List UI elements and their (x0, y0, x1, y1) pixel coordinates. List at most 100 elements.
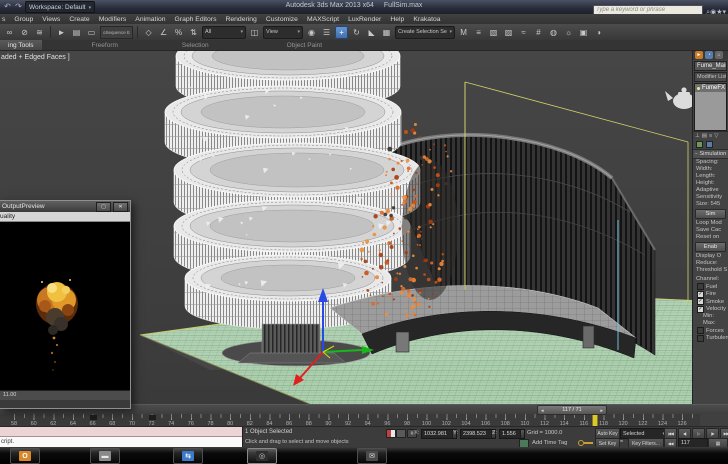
maxscript-mini-listener[interactable]: cript. (0, 427, 243, 448)
sequence-button[interactable]: oSequence E (100, 25, 134, 39)
channel-row-turbulen[interactable]: Turbulen (693, 334, 728, 343)
select-and-rotate-icon[interactable]: ↻ (350, 26, 363, 39)
spinner-snap-icon[interactable]: ⇅ (187, 26, 200, 39)
checkbox-fire[interactable]: ✓ (697, 290, 704, 298)
graphite-ribbon-icon[interactable]: ▨ (502, 26, 515, 39)
remove-modifier-icon[interactable]: ▽ (714, 133, 718, 139)
restore-button[interactable]: ▢ (96, 201, 111, 212)
drive-icon[interactable]: ▬ (90, 448, 120, 464)
menu-item-help[interactable]: Help (390, 16, 404, 23)
preview-title-bar[interactable]: OutputPreview ▢ ✕ (0, 201, 130, 212)
make-unique-icon[interactable] (706, 140, 713, 148)
set-key-icon[interactable] (578, 440, 594, 447)
y-coordinate-field[interactable]: 2398.523 (460, 429, 496, 439)
mirror-icon[interactable]: M (457, 26, 470, 39)
add-time-tag[interactable]: Add Time Tag (532, 440, 567, 446)
menu-item-maxscript[interactable]: MAXScript (307, 16, 339, 23)
menu-item-animation[interactable]: Animation (135, 16, 165, 23)
show-end-result-icon[interactable] (696, 140, 703, 148)
viewport-shading-label[interactable]: aded + Edged Faces ] (1, 54, 70, 61)
menu-item-customize[interactable]: Customize (266, 16, 298, 23)
redo-icon[interactable]: ↷ (14, 2, 23, 12)
selection-set-dropdown[interactable]: Create Selection Se (395, 25, 456, 39)
selection-lock-icon[interactable] (396, 429, 406, 438)
layer-manager-icon[interactable]: ▧ (487, 26, 500, 39)
x-coordinate-field[interactable]: 1032.981 (421, 429, 457, 439)
select-object-icon[interactable]: ► (55, 26, 68, 39)
bind-to-space-warp-icon[interactable]: ≋ (33, 26, 46, 39)
menu-item-views[interactable]: Views (42, 16, 60, 23)
menu-item-krakatoa[interactable]: Krakatoa (413, 16, 440, 23)
checkbox-velocity[interactable]: ✓ (697, 305, 704, 313)
menu-item-rendering[interactable]: Rendering (225, 16, 256, 23)
hierarchy-tab-icon[interactable]: ⌂ (715, 51, 723, 59)
checkbox-fuel[interactable] (697, 283, 704, 291)
select-and-link-icon[interactable]: ∞ (3, 26, 16, 39)
app-3dsmax-icon[interactable]: ◎ (247, 448, 277, 464)
unlink-selection-icon[interactable]: ⊘ (18, 26, 31, 39)
object-name-field[interactable]: Fume_Mainb (694, 61, 727, 71)
macro-recorder-strip[interactable] (0, 427, 242, 437)
isolate-selection-icon[interactable] (386, 429, 396, 438)
select-by-name-icon[interactable]: ▤ (70, 26, 83, 39)
channel-row-fire[interactable]: ✓ Fire (693, 290, 728, 299)
enable-button[interactable]: Enab (695, 242, 726, 252)
create-tab-icon[interactable]: ► (695, 51, 703, 59)
rendered-frame-icon[interactable]: ▣ (577, 26, 590, 39)
modifier-list-dropdown[interactable]: Modifier List (694, 72, 727, 82)
modify-tab-icon[interactable]: ◔ (705, 51, 713, 59)
remote-desktop-icon[interactable]: ⇆ (173, 448, 203, 464)
workspace-dropdown[interactable]: Workspace: Default (25, 1, 96, 13)
render-setup-icon[interactable]: ☼ (562, 26, 575, 39)
channel-row-fuel[interactable]: Fuel (693, 283, 728, 291)
percent-snap-icon[interactable]: % (172, 26, 185, 39)
time-slider-handle[interactable]: ◄ 117 / 71 ► (537, 405, 607, 415)
next-frame-arrow[interactable]: ► (600, 408, 604, 413)
tower-wireframe-model[interactable] (164, 50, 421, 330)
snaps-toggle-icon[interactable]: ◇ (142, 26, 155, 39)
selection-region-icon[interactable]: ▭ (85, 26, 98, 39)
checkbox-smoke[interactable]: ✓ (697, 298, 704, 306)
z-coordinate-field[interactable]: 1.556 (499, 429, 525, 439)
menu-item-modifiers[interactable]: Modifiers (99, 16, 127, 23)
preview-menu-item[interactable]: uality (0, 213, 15, 220)
modifier-stack[interactable]: FumeFX (694, 83, 727, 131)
use-pivot-point-icon[interactable]: ◉ (305, 26, 318, 39)
chat-icon[interactable]: ✉ (357, 448, 387, 464)
reference-coordinate-dropdown[interactable]: View (263, 25, 304, 39)
align-icon[interactable]: ≡ (472, 26, 485, 39)
checkbox-turbulen[interactable] (697, 334, 704, 342)
schematic-view-icon[interactable]: # (532, 26, 545, 39)
tab-selection[interactable]: Selection (174, 40, 217, 50)
simulate-button[interactable]: Sim (695, 209, 726, 219)
named-selection-sets-icon[interactable]: ▦ (380, 26, 393, 39)
select-and-scale-icon[interactable]: ◣ (365, 26, 378, 39)
modifier-stack-item-fumefx[interactable]: FumeFX (695, 84, 726, 92)
menu-item-create[interactable]: Create (69, 16, 89, 23)
previous-frame-arrow[interactable]: ◄ (540, 408, 544, 413)
checkbox-forces[interactable] (697, 327, 704, 335)
selection-filter-dropdown[interactable]: All (202, 25, 247, 39)
undo-icon[interactable]: ↶ (3, 2, 12, 12)
output-preview-window[interactable]: OutputPreview ▢ ✕ uality 11.00 (0, 200, 131, 409)
menu-item-luxrender[interactable]: LuxRender (348, 16, 381, 23)
render-production-icon[interactable]: ◑ (592, 26, 605, 39)
channel-row-velocity[interactable]: ✓ Velocity (693, 305, 728, 314)
select-and-manipulate-icon[interactable]: ☰ (320, 26, 333, 39)
timeline-ruler[interactable]: 58 60 62 64 66 68 70 72 74 76 78 80 82 84 86 88 90 92 94 96… (0, 413, 700, 428)
menu-item-s[interactable]: s (2, 16, 5, 23)
default-in-out-tangent-icon[interactable]: ≈ (620, 439, 623, 445)
configure-modifier-sets-icon[interactable]: ≡ (709, 133, 712, 139)
tab-freeform[interactable]: Freeform (84, 40, 126, 50)
window-crossing-icon[interactable]: ◫ (248, 26, 261, 39)
tab-object-paint[interactable]: Object Paint (279, 40, 330, 50)
tab-ing-tools[interactable]: ing Tools (0, 40, 42, 50)
curve-editor-icon[interactable]: ≈ (517, 26, 530, 39)
rollout-simulation-header[interactable]: Simulation (693, 149, 728, 159)
close-icon[interactable]: ✕ (113, 201, 128, 212)
select-and-move-icon[interactable]: + (335, 25, 349, 39)
preview-menu-bar[interactable]: uality (0, 212, 130, 222)
channel-row-smoke[interactable]: ✓ Smoke (693, 298, 728, 306)
angle-snap-icon[interactable]: ∠ (157, 26, 170, 39)
pin-stack-icon[interactable]: ⊥ (695, 133, 700, 139)
